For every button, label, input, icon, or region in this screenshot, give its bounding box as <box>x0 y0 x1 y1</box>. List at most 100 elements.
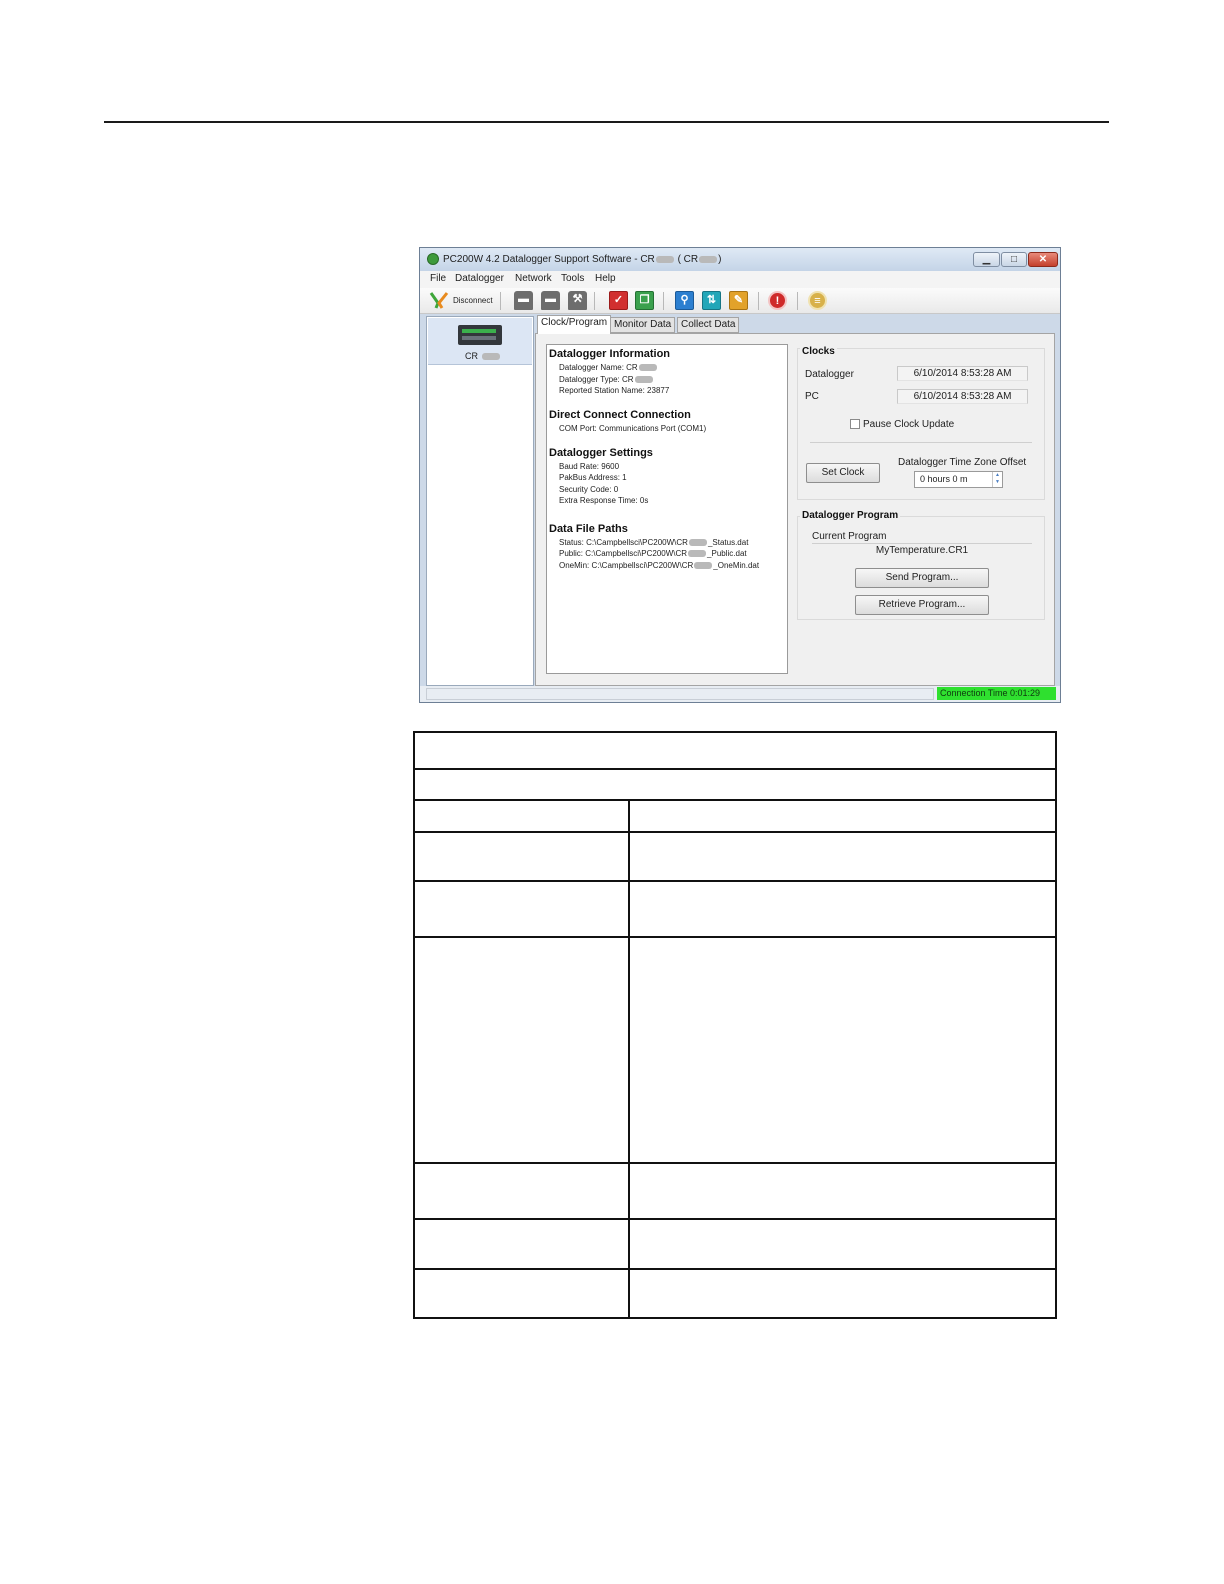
status-bar: Connection Time 0:01:29 <box>420 686 1060 702</box>
pause-clock-label[interactable]: Pause Clock Update <box>863 419 954 430</box>
description-table <box>413 731 1057 1319</box>
toolbar: Disconnect ▬ ▬ ⚒ ✓ ❐ ⚲ ⇅ ✎ ! ≡ <box>420 288 1060 314</box>
redacted-blur <box>688 550 707 558</box>
time-zone-offset-spinner[interactable]: 0 hours 0 m ▲ ▼ <box>914 471 1003 488</box>
toolbar-separator <box>663 292 664 310</box>
station-list: CR <box>426 316 534 686</box>
send-program-button[interactable]: Send Program... <box>855 568 989 588</box>
datalogger-a-icon: ▬ <box>514 291 533 310</box>
menu-bar: File Datalogger Network Tools Help <box>420 271 1060 288</box>
datalogger-info-box: Datalogger Information Datalogger Name: … <box>546 344 788 674</box>
onemin-path: OneMin: C:\Campbellsci\PC200W\CR _OneMin.… <box>559 561 760 570</box>
status-path: Status: C:\Campbellsci\PC200W\CR _Status.… <box>559 538 749 547</box>
app-icon <box>427 253 439 265</box>
extra-response-time: Extra Response Time: 0s <box>559 496 649 505</box>
redacted-blur <box>638 364 657 372</box>
window-title: PC200W 4.2 Datalogger Support Software -… <box>443 254 722 265</box>
table-row-divider <box>415 880 1055 882</box>
menu-network[interactable]: Network <box>515 273 552 284</box>
datalogger-b-icon: ▬ <box>541 291 560 310</box>
station-item[interactable]: CR <box>428 318 532 365</box>
maximize-button[interactable]: □ <box>1001 252 1027 267</box>
toolbar-edit-button[interactable]: ✎ <box>729 291 748 310</box>
set-clock-button[interactable]: Set Clock <box>806 463 880 483</box>
pakbus-address: PakBus Address: 1 <box>559 473 627 482</box>
minimize-button[interactable]: ▁ <box>973 252 1000 267</box>
disconnect-icon <box>429 292 449 309</box>
pc-clock-field: 6/10/2014 8:53:28 AM <box>897 389 1028 404</box>
toolbar-notes-button[interactable]: ≡ <box>808 291 827 310</box>
toolbar-share-button[interactable]: ⇅ <box>702 291 721 310</box>
checklist-icon: ✓ <box>609 291 628 310</box>
program-group: Datalogger Program Current Program MyTem… <box>797 510 1045 620</box>
toolbar-checklist-button[interactable]: ✓ <box>609 291 628 310</box>
reported-station-name: Reported Station Name: 23877 <box>559 386 670 395</box>
tab-monitor-data[interactable]: Monitor Data <box>610 317 676 333</box>
time-zone-offset-label: Datalogger Time Zone Offset <box>898 457 1027 468</box>
retrieve-program-button[interactable]: Retrieve Program... <box>855 595 989 615</box>
connection-time: Connection Time 0:01:29 <box>937 687 1056 700</box>
datalogger-clock-field: 6/10/2014 8:53:28 AM <box>897 366 1028 381</box>
menu-help[interactable]: Help <box>595 273 616 284</box>
toolbar-separator <box>758 292 759 310</box>
spinner-arrows-icon[interactable]: ▲ ▼ <box>992 472 1002 487</box>
table-row-divider <box>415 768 1055 770</box>
toolbar-datalogger-b-button[interactable]: ▬ <box>541 291 560 310</box>
page-top-rule <box>104 121 1109 123</box>
datalogger-clock-label: Datalogger <box>805 369 854 380</box>
program-title: Datalogger Program <box>800 510 901 521</box>
copy-icon: ❐ <box>635 291 654 310</box>
redacted-blur <box>655 255 674 263</box>
toolbar-search-button[interactable]: ⚲ <box>675 291 694 310</box>
title-bar[interactable]: PC200W 4.2 Datalogger Support Software -… <box>420 248 1060 271</box>
redacted-blur <box>694 562 713 570</box>
menu-file[interactable]: File <box>430 273 446 284</box>
table-row-divider <box>415 1162 1055 1164</box>
toolbar-copy-button[interactable]: ❐ <box>635 291 654 310</box>
pc-clock-label: PC <box>805 391 819 402</box>
stop-icon: ! <box>768 291 787 310</box>
current-program-label: Current Program <box>812 531 887 542</box>
status-message-area <box>426 688 934 700</box>
pc200w-window: PC200W 4.2 Datalogger Support Software -… <box>419 247 1061 703</box>
redacted-blur <box>699 255 718 263</box>
table-row-divider <box>415 936 1055 938</box>
tab-clock-program[interactable]: Clock/Program <box>537 315 612 334</box>
redacted-blur <box>688 539 707 547</box>
menu-datalogger[interactable]: Datalogger <box>455 273 504 284</box>
public-path: Public: C:\Campbellsci\PC200W\CR _Public.… <box>559 549 747 558</box>
toolbar-separator <box>594 292 595 310</box>
share-icon: ⇅ <box>702 291 721 310</box>
settings-heading: Datalogger Settings <box>549 447 653 459</box>
current-program-value: MyTemperature.CR1 <box>875 545 969 556</box>
edit-icon: ✎ <box>729 291 748 310</box>
toolbar-datalogger-a-button[interactable]: ▬ <box>514 291 533 310</box>
datalogger-type: Datalogger Type: CR <box>559 375 654 384</box>
pause-clock-checkbox[interactable] <box>850 419 860 429</box>
station-label: CR <box>465 351 501 361</box>
table-row-divider <box>415 1218 1055 1220</box>
toolbar-stop-button[interactable]: ! <box>768 291 787 310</box>
paths-heading: Data File Paths <box>549 523 628 535</box>
menu-tools[interactable]: Tools <box>561 273 584 284</box>
connection-heading: Direct Connect Connection <box>549 409 691 421</box>
clocks-divider <box>810 442 1032 443</box>
security-code: Security Code: 0 <box>559 485 619 494</box>
clock-program-panel: Datalogger Information Datalogger Name: … <box>535 333 1055 686</box>
clocks-title: Clocks <box>800 346 837 357</box>
com-port: COM Port: Communications Port (COM1) <box>559 424 707 433</box>
redacted-blur <box>481 353 500 361</box>
datalogger-device-icon <box>458 325 502 345</box>
toolbar-datalogger-wrench-button[interactable]: ⚒ <box>568 291 587 310</box>
redacted-blur <box>634 376 653 384</box>
datalogger-name: Datalogger Name: CR <box>559 363 658 372</box>
clocks-group: Clocks Datalogger 6/10/2014 8:53:28 AM P… <box>797 346 1045 500</box>
toolbar-separator <box>797 292 798 310</box>
table-row-divider <box>415 799 1055 801</box>
toolbar-separator <box>500 292 501 310</box>
table-column-divider <box>628 800 630 1317</box>
tab-collect-data[interactable]: Collect Data <box>677 317 740 333</box>
datalogger-wrench-icon: ⚒ <box>568 291 587 310</box>
table-row-divider <box>415 1268 1055 1270</box>
close-button[interactable]: ✕ <box>1028 252 1058 267</box>
